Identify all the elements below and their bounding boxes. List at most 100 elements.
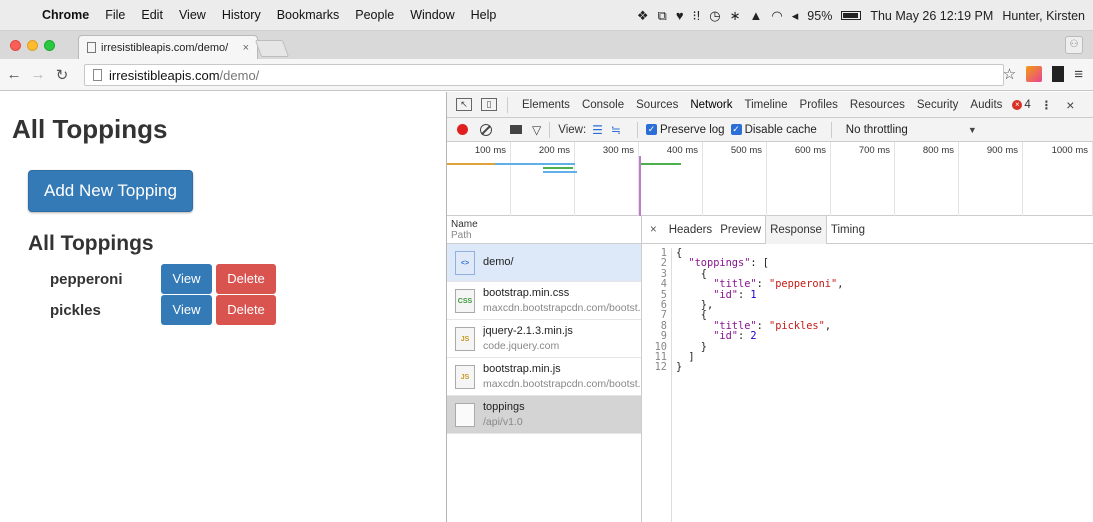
- close-tab-icon[interactable]: ×: [243, 42, 249, 54]
- menu-app-name[interactable]: Chrome: [34, 8, 97, 22]
- wifi-icon[interactable]: ◠: [771, 8, 782, 24]
- add-new-topping-button[interactable]: Add New Topping: [28, 170, 193, 212]
- timeline-tick: 800 ms: [895, 142, 959, 216]
- menu-history[interactable]: History: [214, 8, 269, 22]
- view-button[interactable]: View: [161, 264, 212, 294]
- dom-content-loaded-marker: [639, 156, 641, 216]
- heart-icon[interactable]: ♥: [676, 8, 684, 23]
- delete-button[interactable]: Delete: [216, 264, 276, 294]
- user-name[interactable]: Hunter, Kirsten: [1002, 9, 1085, 23]
- tab-sources[interactable]: Sources: [630, 99, 684, 111]
- tab-resources[interactable]: Resources: [844, 99, 911, 111]
- tab-profiles[interactable]: Profiles: [794, 99, 844, 111]
- profile-icon[interactable]: ⚇: [1065, 36, 1083, 54]
- menu-hamburger-icon[interactable]: ≡: [1074, 66, 1083, 83]
- error-badge[interactable]: × 4: [1012, 99, 1031, 111]
- checkmark-icon: ✓: [646, 124, 657, 135]
- minimize-window-button[interactable]: [27, 40, 38, 51]
- request-name: demo/: [483, 256, 514, 268]
- tab-preview[interactable]: Preview: [716, 216, 765, 244]
- dropbox-icon[interactable]: ❖: [637, 8, 649, 24]
- tab-timeline[interactable]: Timeline: [739, 99, 794, 111]
- close-detail-icon[interactable]: ×: [650, 224, 657, 236]
- request-row[interactable]: JS bootstrap.min.js maxcdn.bootstrapcdn.…: [447, 358, 641, 396]
- zoom-window-button[interactable]: [44, 40, 55, 51]
- tab-response[interactable]: Response: [765, 215, 827, 244]
- battery-percent[interactable]: 95%: [807, 9, 832, 23]
- timeline-bar: [641, 163, 681, 165]
- network-controls: ▽ View: ☰ ≒ ✓ Preserve log ✓ Disable cac…: [447, 118, 1093, 142]
- more-options-icon[interactable]: ⋮: [1041, 98, 1053, 112]
- response-body[interactable]: 1 2 3 4 5 6 7 8 9 10 11 12 { "toppings": [ { "title…: [642, 244, 1093, 522]
- chevron-down-icon[interactable]: ▼: [968, 125, 977, 135]
- tab-strip: irresistibleapis.com/demo/ × ⚇: [0, 31, 1093, 59]
- tab-title: irresistibleapis.com/demo/: [101, 41, 229, 54]
- tab-security[interactable]: Security: [911, 99, 965, 111]
- reload-icon[interactable]: ↻: [52, 66, 72, 84]
- timeline-tick: 100 ms: [447, 142, 511, 216]
- menu-people[interactable]: People: [347, 8, 402, 22]
- tab-timing[interactable]: Timing: [827, 216, 869, 244]
- menu-help[interactable]: Help: [463, 8, 505, 22]
- inspect-element-icon[interactable]: ↖: [456, 98, 472, 111]
- lock-icon[interactable]: ▲: [750, 8, 763, 23]
- request-row[interactable]: JS jquery-2.1.3.min.js code.jquery.com: [447, 320, 641, 358]
- name-column-header[interactable]: Name Path: [447, 216, 641, 244]
- browser-tab[interactable]: irresistibleapis.com/demo/ ×: [78, 35, 258, 59]
- page-info-icon[interactable]: [93, 69, 102, 81]
- bookmark-star-icon[interactable]: ☆: [1003, 65, 1016, 83]
- menu-view[interactable]: View: [171, 8, 214, 22]
- document-file-icon: [455, 402, 475, 427]
- request-row[interactable]: toppings /api/v1.0: [447, 396, 641, 434]
- new-tab-button[interactable]: [254, 40, 290, 57]
- tab-console[interactable]: Console: [576, 99, 630, 111]
- close-devtools-icon[interactable]: ×: [1066, 97, 1074, 113]
- timeline-tick: 400 ms: [639, 142, 703, 216]
- clock[interactable]: Thu May 26 12:19 PM: [870, 9, 993, 23]
- time-machine-icon[interactable]: ◷: [709, 8, 720, 24]
- close-window-button[interactable]: [10, 40, 21, 51]
- request-path: code.jquery.com: [483, 339, 560, 352]
- url-path: /demo/: [219, 67, 260, 83]
- tab-elements[interactable]: Elements: [516, 99, 576, 111]
- activity-icon[interactable]: ⁝!: [693, 8, 701, 24]
- throttling-select[interactable]: No throttling: [846, 124, 908, 136]
- request-path: maxcdn.bootstrapcdn.com/bootst...: [483, 377, 641, 390]
- tab-headers[interactable]: Headers: [665, 216, 716, 244]
- request-list: Name Path <> demo/ CSS bootstrap.min.css…: [447, 216, 642, 522]
- preserve-log-checkbox[interactable]: ✓ Preserve log: [646, 124, 725, 136]
- view-button[interactable]: View: [161, 295, 212, 325]
- address-bar[interactable]: irresistibleapis.com/demo/: [84, 64, 1004, 86]
- overview-icon[interactable]: ≒: [611, 123, 621, 137]
- capture-screenshots-icon[interactable]: [510, 125, 522, 134]
- bluetooth-icon[interactable]: ∗: [730, 8, 741, 24]
- response-code: { "toppings": [ { "title": "pepperoni", …: [676, 248, 843, 373]
- menu-bookmarks[interactable]: Bookmarks: [269, 8, 348, 22]
- request-name: jquery-2.1.3.min.js: [483, 324, 573, 337]
- menu-edit[interactable]: Edit: [133, 8, 171, 22]
- volume-icon[interactable]: ◂: [792, 8, 799, 24]
- record-icon[interactable]: [457, 124, 468, 135]
- page-icon: [87, 42, 96, 53]
- delete-button[interactable]: Delete: [216, 295, 276, 325]
- menu-window[interactable]: Window: [402, 8, 462, 22]
- device-mode-icon[interactable]: ▯: [481, 98, 497, 111]
- extension-bookmark-icon[interactable]: [1052, 66, 1065, 82]
- forward-arrow-icon[interactable]: →: [28, 66, 48, 83]
- request-row[interactable]: <> demo/: [447, 244, 641, 282]
- timeline-tick: 700 ms: [831, 142, 895, 216]
- filter-icon[interactable]: ▽: [532, 123, 541, 137]
- battery-icon[interactable]: [841, 11, 862, 20]
- clear-icon[interactable]: [480, 123, 492, 136]
- toolbar-right-icons: ☆ ≡: [1003, 65, 1083, 84]
- code-line: }: [676, 361, 683, 374]
- tab-audits[interactable]: Audits: [964, 99, 1008, 111]
- extension-k-icon[interactable]: [1026, 66, 1043, 82]
- request-row[interactable]: CSS bootstrap.min.css maxcdn.bootstrapcd…: [447, 282, 641, 320]
- tab-network[interactable]: Network: [684, 99, 738, 111]
- large-rows-icon[interactable]: ☰: [592, 123, 603, 137]
- menu-file[interactable]: File: [97, 8, 133, 22]
- screen-icon[interactable]: ⧉: [658, 8, 667, 24]
- back-arrow-icon[interactable]: ←: [4, 66, 24, 83]
- disable-cache-checkbox[interactable]: ✓ Disable cache: [730, 124, 817, 136]
